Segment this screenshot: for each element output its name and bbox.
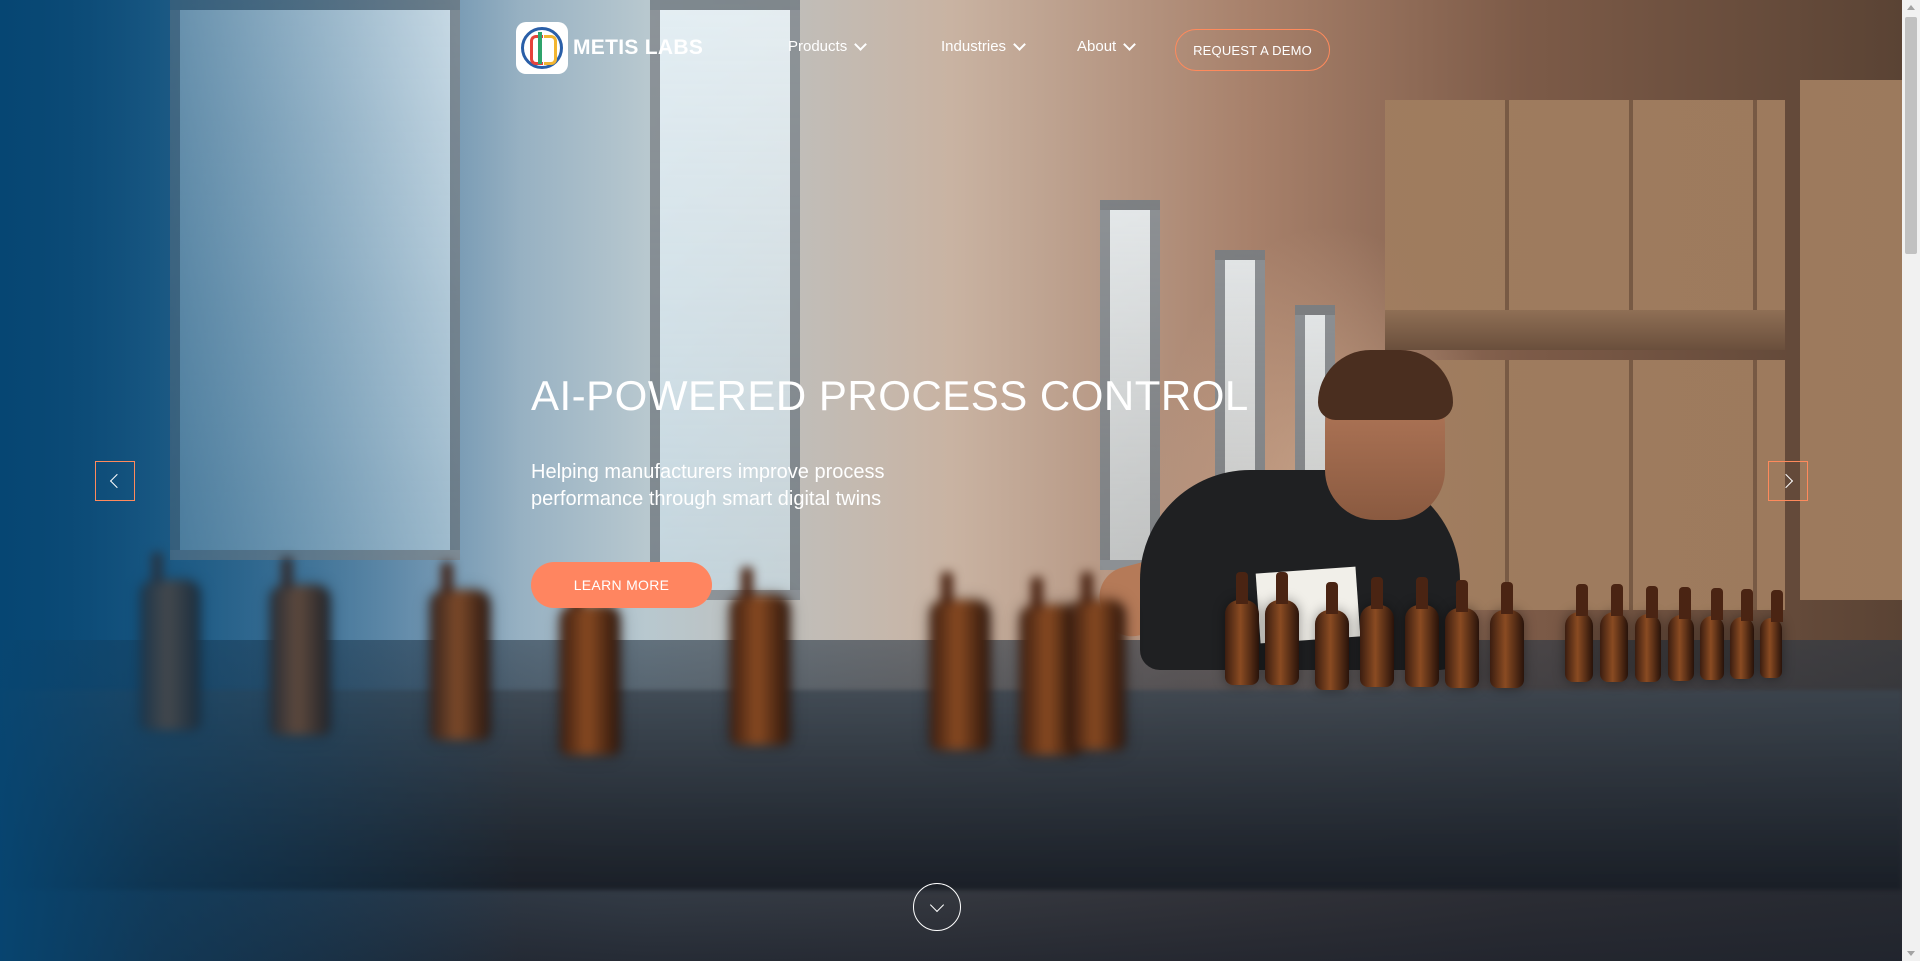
bottle [1315,582,1349,690]
bottle [930,572,990,750]
brand-name: METIS LABS [573,36,704,59]
bottle [1490,582,1524,688]
blue-overlay [0,0,520,961]
chevron-down-icon [1013,37,1026,51]
bottle [1445,580,1479,688]
nav-products[interactable]: Products [788,37,868,55]
nav-industries-label: Industries [941,38,1007,55]
cardboard-stack [1385,100,1785,310]
bottle [560,577,620,755]
cardboard-stack [1800,80,1902,600]
brain-circuit-logo-icon [516,22,568,74]
bottle [1760,590,1783,678]
chevron-right-icon [1778,473,1794,489]
bottle [1668,587,1694,681]
chevron-left-icon [109,473,125,489]
carousel-prev-button[interactable] [95,461,135,501]
bottle [1600,584,1628,682]
bottle [1360,577,1394,687]
carousel-next-button[interactable] [1768,461,1808,501]
nav-products-label: Products [788,38,848,55]
bottle [1635,586,1661,682]
hero-subtitle: Helping manufacturers improve process pe… [531,461,885,510]
brand-logo[interactable]: METIS LABS [516,22,703,74]
nav-about-label: About [1077,38,1117,55]
pallet [1385,310,1785,350]
bottle [1225,572,1259,685]
learn-more-button[interactable]: LEARN MORE [531,562,712,608]
scroll-up-arrow-icon[interactable] [1907,5,1915,10]
bottle [1405,577,1439,687]
person-hair [1318,350,1453,420]
bottle [1730,589,1754,679]
nav-about[interactable]: About [1077,37,1137,55]
scrollbar-thumb[interactable] [1905,17,1917,254]
bottle [730,567,790,745]
chevron-down-icon [854,37,868,51]
hero-title: AI-POWERED PROCESS CONTROL [531,372,1249,419]
chevron-down-icon [929,897,945,912]
bottle [1700,588,1724,680]
bottle [1265,572,1299,685]
scroll-down-arrow-icon[interactable] [1907,951,1915,956]
nav-industries[interactable]: Industries [941,37,1026,55]
page-scrollbar[interactable] [1902,0,1920,961]
chevron-down-icon [1123,37,1137,51]
request-demo-button[interactable]: REQUEST A DEMO [1175,29,1330,71]
bottle [1565,584,1593,682]
bottle [1070,572,1125,750]
scroll-down-button[interactable] [913,883,961,931]
